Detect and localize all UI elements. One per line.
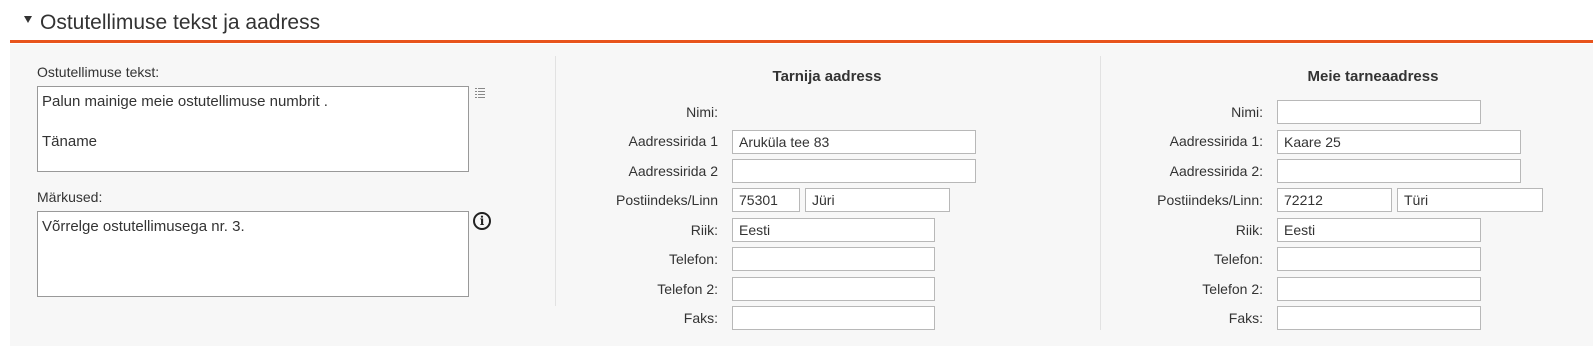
list-icon[interactable]: [475, 87, 485, 98]
section-title: Ostutellimuse tekst ja aadress: [40, 11, 321, 34]
delivery-address-line1-field[interactable]: Kaare 25: [1277, 130, 1521, 154]
supplier-country-field[interactable]: Eesti: [732, 218, 935, 242]
supplier-phone2-label: Telefon 2:: [657, 281, 718, 297]
supplier-fax-field[interactable]: [732, 306, 935, 330]
supplier-postcode-field[interactable]: 75301: [732, 188, 800, 212]
supplier-phone-field[interactable]: [732, 247, 935, 271]
delivery-city-field[interactable]: Türi: [1397, 188, 1543, 212]
delivery-country-label: Riik:: [1235, 222, 1263, 238]
collapse-triangle-icon[interactable]: [24, 16, 32, 23]
supplier-name-label: Nimi:: [686, 104, 718, 120]
delivery-name-field[interactable]: [1277, 100, 1481, 124]
delivery-phone2-field[interactable]: [1277, 277, 1481, 301]
delivery-fax-field[interactable]: [1277, 306, 1481, 330]
section-header: Ostutellimuse tekst ja aadress: [10, 0, 1593, 43]
supplier-fax-label: Faks:: [683, 310, 718, 326]
supplier-address-heading: Tarnija aadress: [772, 68, 882, 85]
column-divider: [555, 56, 556, 306]
delivery-address-line2-field[interactable]: [1277, 159, 1521, 183]
supplier-phone-label: Telefon:: [668, 251, 718, 267]
info-icon[interactable]: i: [473, 212, 491, 230]
order-text-label: Ostutellimuse tekst:: [37, 64, 160, 80]
supplier-address-line2-label: Aadressirida 2: [628, 163, 719, 179]
notes-label: Märkused:: [37, 189, 103, 205]
order-text-textarea[interactable]: Palun mainige meie ostutellimuse numbrit…: [37, 86, 469, 172]
delivery-postcode-city-label: Postiindeks/Linn:: [1157, 192, 1263, 208]
delivery-phone-field[interactable]: [1277, 247, 1481, 271]
supplier-address-line1-field[interactable]: Aruküla tee 83: [732, 130, 976, 154]
delivery-name-label: Nimi:: [1231, 104, 1263, 120]
delivery-country-field[interactable]: Eesti: [1277, 218, 1481, 242]
delivery-address-line1-label: Aadressirida 1:: [1169, 133, 1263, 149]
delivery-address-line2-label: Aadressirida 2:: [1169, 163, 1263, 179]
supplier-country-label: Riik:: [690, 222, 718, 238]
delivery-phone-label: Telefon:: [1213, 251, 1263, 267]
delivery-phone2-label: Telefon 2:: [1202, 281, 1263, 297]
supplier-phone2-field[interactable]: [732, 277, 935, 301]
notes-textarea[interactable]: Võrrelge ostutellimusega nr. 3.: [37, 211, 469, 297]
supplier-address-line1-label: Aadressirida 1: [628, 133, 719, 149]
supplier-address-line2-field[interactable]: [732, 159, 976, 183]
delivery-address-heading: Meie tarneaadress: [1307, 68, 1439, 85]
supplier-postcode-city-label: Postiindeks/Linn: [616, 192, 718, 208]
delivery-fax-label: Faks:: [1228, 310, 1263, 326]
delivery-postcode-field[interactable]: 72212: [1277, 188, 1392, 212]
supplier-city-field[interactable]: Jüri: [805, 188, 950, 212]
column-divider: [1100, 56, 1101, 330]
